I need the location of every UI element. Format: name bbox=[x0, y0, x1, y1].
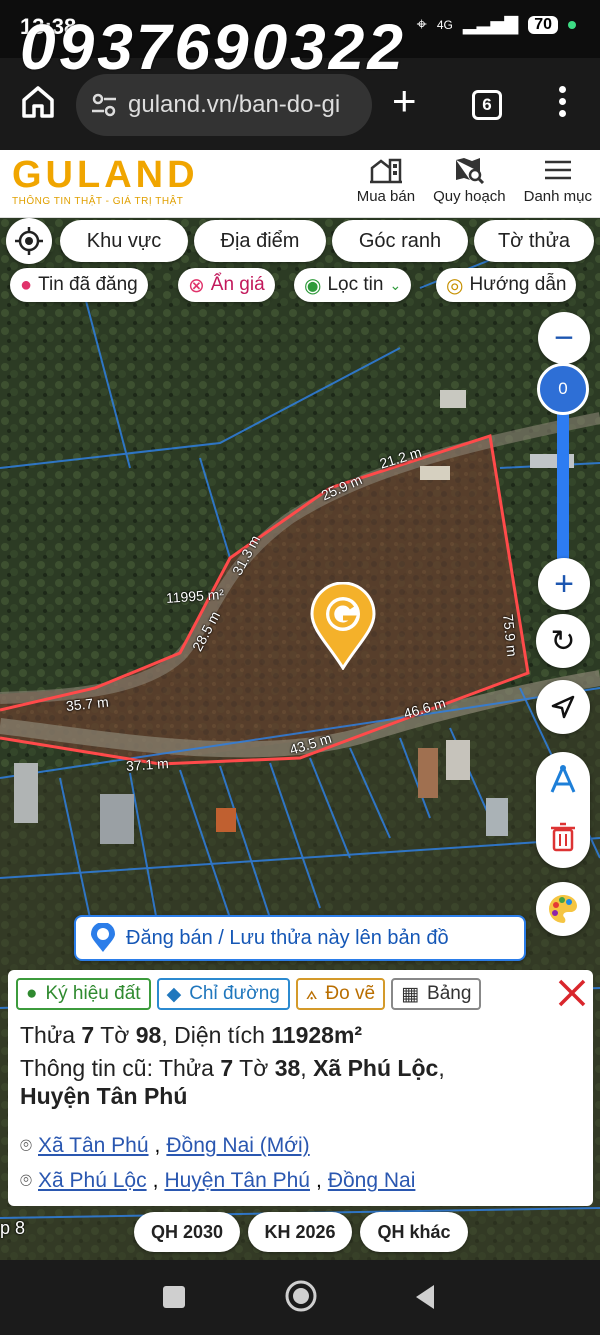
filter-to-thua[interactable]: Tờ thửa bbox=[474, 220, 594, 262]
tab-chi-duong[interactable]: ◆ Chỉ đường bbox=[156, 978, 290, 1010]
signal-icon: ▂▃▅▇ bbox=[462, 14, 519, 34]
site-header: GULAND THÔNG TIN THẬT - GIÁ TRỊ THẬT Mua… bbox=[0, 150, 600, 218]
chevron-down-icon: ⌄ bbox=[389, 276, 402, 293]
building-icon bbox=[369, 158, 402, 184]
link-xa-phu-loc[interactable]: Xã Phú Lộc bbox=[38, 1169, 147, 1193]
paint-palette-icon bbox=[549, 895, 578, 923]
qh-khac-button[interactable]: QH khác bbox=[360, 1212, 468, 1252]
home-icon[interactable] bbox=[18, 82, 58, 122]
edge-label: 37.1 m bbox=[125, 755, 170, 774]
plus-icon: + bbox=[554, 565, 574, 603]
status-icons: ⌖ 4G ▂▃▅▇ 70 bbox=[417, 14, 576, 35]
parcel-summary: Thửa 7 Tờ 98, Diện tích 11928m² bbox=[20, 1022, 363, 1048]
road-label: p 8 bbox=[0, 1218, 26, 1238]
kh-2026-button[interactable]: KH 2026 bbox=[248, 1212, 352, 1252]
navigation-arrow-icon bbox=[551, 695, 575, 719]
minus-icon: − bbox=[554, 319, 574, 357]
nav-mua-ban[interactable]: Mua bán bbox=[357, 156, 415, 205]
tab-do-ve[interactable]: ⟑ Đo vẽ bbox=[295, 978, 386, 1010]
guide-icon: ◎ bbox=[446, 274, 464, 297]
parcel-info-panel: ● Ký hiệu đất ◆ Chỉ đường ⟑ Đo vẽ ▦ Bảng Thử… bbox=[8, 970, 593, 1206]
location-new: ⌾ Xã Tân Phú, Đồng Nai (Mới) bbox=[20, 1134, 310, 1158]
tab-switcher-button[interactable]: 6 bbox=[472, 90, 502, 120]
chip-loc-tin[interactable]: ◉ Lọc tin ⌄ bbox=[294, 268, 412, 302]
location-pin-icon: ⌾ bbox=[20, 1169, 32, 1192]
tab-bang[interactable]: ▦ Bảng bbox=[391, 978, 482, 1010]
zoom-level-knob[interactable]: 0 bbox=[537, 363, 589, 415]
filter-goc-ranh[interactable]: Góc ranh bbox=[332, 220, 468, 262]
palette-icon: ● bbox=[20, 273, 33, 296]
location-icon: ⌖ bbox=[416, 14, 427, 34]
nav-danh-muc[interactable]: Danh mục bbox=[524, 156, 592, 205]
trash-icon[interactable] bbox=[550, 822, 576, 857]
browser-menu-icon[interactable] bbox=[552, 86, 572, 122]
zoom-out-button[interactable]: − bbox=[538, 312, 590, 364]
measure-icon: ⟑ bbox=[305, 983, 318, 1004]
recents-icon[interactable] bbox=[161, 1284, 187, 1310]
link-xa-tan-phu[interactable]: Xã Tân Phú bbox=[38, 1134, 149, 1158]
palette-icon: ● bbox=[26, 983, 38, 1004]
chip-huong-dan[interactable]: ◎ Hướng dẫn bbox=[436, 268, 577, 302]
table-icon: ▦ bbox=[401, 983, 420, 1005]
location-old: ⌾ Xã Phú Lộc, Huyện Tân Phú, Đồng Nai bbox=[20, 1169, 416, 1193]
new-tab-plus-icon[interactable]: + bbox=[392, 80, 417, 122]
guland-pin-icon bbox=[91, 923, 115, 952]
back-icon[interactable] bbox=[412, 1282, 438, 1312]
tab-ky-hieu-dat[interactable]: ● Ký hiệu đất bbox=[16, 978, 151, 1010]
phone-watermark: 0937690322 bbox=[20, 11, 406, 83]
qh-2030-button[interactable]: QH 2030 bbox=[134, 1212, 240, 1252]
palette-button[interactable] bbox=[536, 882, 590, 936]
post-parcel-button[interactable]: Đăng bán / Lưu thửa này lên bản đồ bbox=[74, 915, 526, 961]
home-circle-icon[interactable] bbox=[284, 1279, 318, 1313]
link-huyen-tan-phu[interactable]: Huyện Tân Phú bbox=[164, 1169, 310, 1193]
crosshair-icon bbox=[15, 227, 43, 255]
url-text: guland.vn/ban-do-gi bbox=[128, 91, 341, 118]
android-nav-bar bbox=[0, 1260, 600, 1335]
hide-price-icon: ⊗ bbox=[188, 274, 205, 297]
chip-an-gia[interactable]: ⊗ Ẩn giá bbox=[178, 268, 275, 302]
navigate-button[interactable] bbox=[536, 680, 590, 734]
measure-tool-group bbox=[536, 752, 590, 868]
hamburger-icon bbox=[544, 160, 571, 180]
refresh-button[interactable]: ↻ bbox=[536, 614, 590, 668]
site-settings-icon[interactable] bbox=[90, 91, 118, 119]
location-pin-icon: ⌾ bbox=[20, 1134, 32, 1157]
privacy-dot-icon bbox=[568, 20, 576, 29]
map-search-icon bbox=[456, 158, 485, 184]
close-icon[interactable] bbox=[555, 976, 589, 1010]
guland-logo[interactable]: GULAND THÔNG TIN THẬT - GIÁ TRỊ THẬT bbox=[12, 156, 199, 207]
filter-dia-diem[interactable]: Địa điểm bbox=[194, 220, 326, 262]
compass-measure-icon[interactable] bbox=[547, 764, 579, 801]
directions-icon: ◆ bbox=[166, 983, 182, 1005]
chip-tin-da-dang[interactable]: ● Tin đã đăng bbox=[10, 268, 148, 302]
panel-tab-row: ● Ký hiệu đất ◆ Chỉ đường ⟑ Đo vẽ ▦ Bảng bbox=[16, 978, 556, 1012]
link-dong-nai[interactable]: Đồng Nai bbox=[328, 1169, 416, 1193]
battery-level: 70 bbox=[528, 15, 558, 34]
link-dong-nai-moi[interactable]: Đồng Nai (Mới) bbox=[166, 1134, 309, 1158]
network-label: 4G bbox=[436, 17, 453, 32]
parcel-marker-icon[interactable] bbox=[310, 582, 376, 670]
main-nav: Mua bán Quy hoạch Danh mục bbox=[357, 156, 592, 205]
filter-khu-vuc[interactable]: Khu vực bbox=[60, 220, 188, 262]
zoom-in-button[interactable]: + bbox=[538, 558, 590, 610]
parcel-old-info: Thông tin cũ: Thửa 7 Tờ 38, Xã Phú Lộc, H… bbox=[20, 1055, 445, 1109]
refresh-icon: ↻ bbox=[550, 624, 576, 658]
location-pin-icon: ◉ bbox=[304, 274, 322, 297]
locate-me-button[interactable] bbox=[6, 218, 52, 264]
satellite-map[interactable]: 11995 m² 21.2 m 25.9 m 31.3 m 28.5 m 75.… bbox=[0, 218, 600, 1260]
nav-quy-hoach[interactable]: Quy hoạch bbox=[433, 156, 506, 205]
